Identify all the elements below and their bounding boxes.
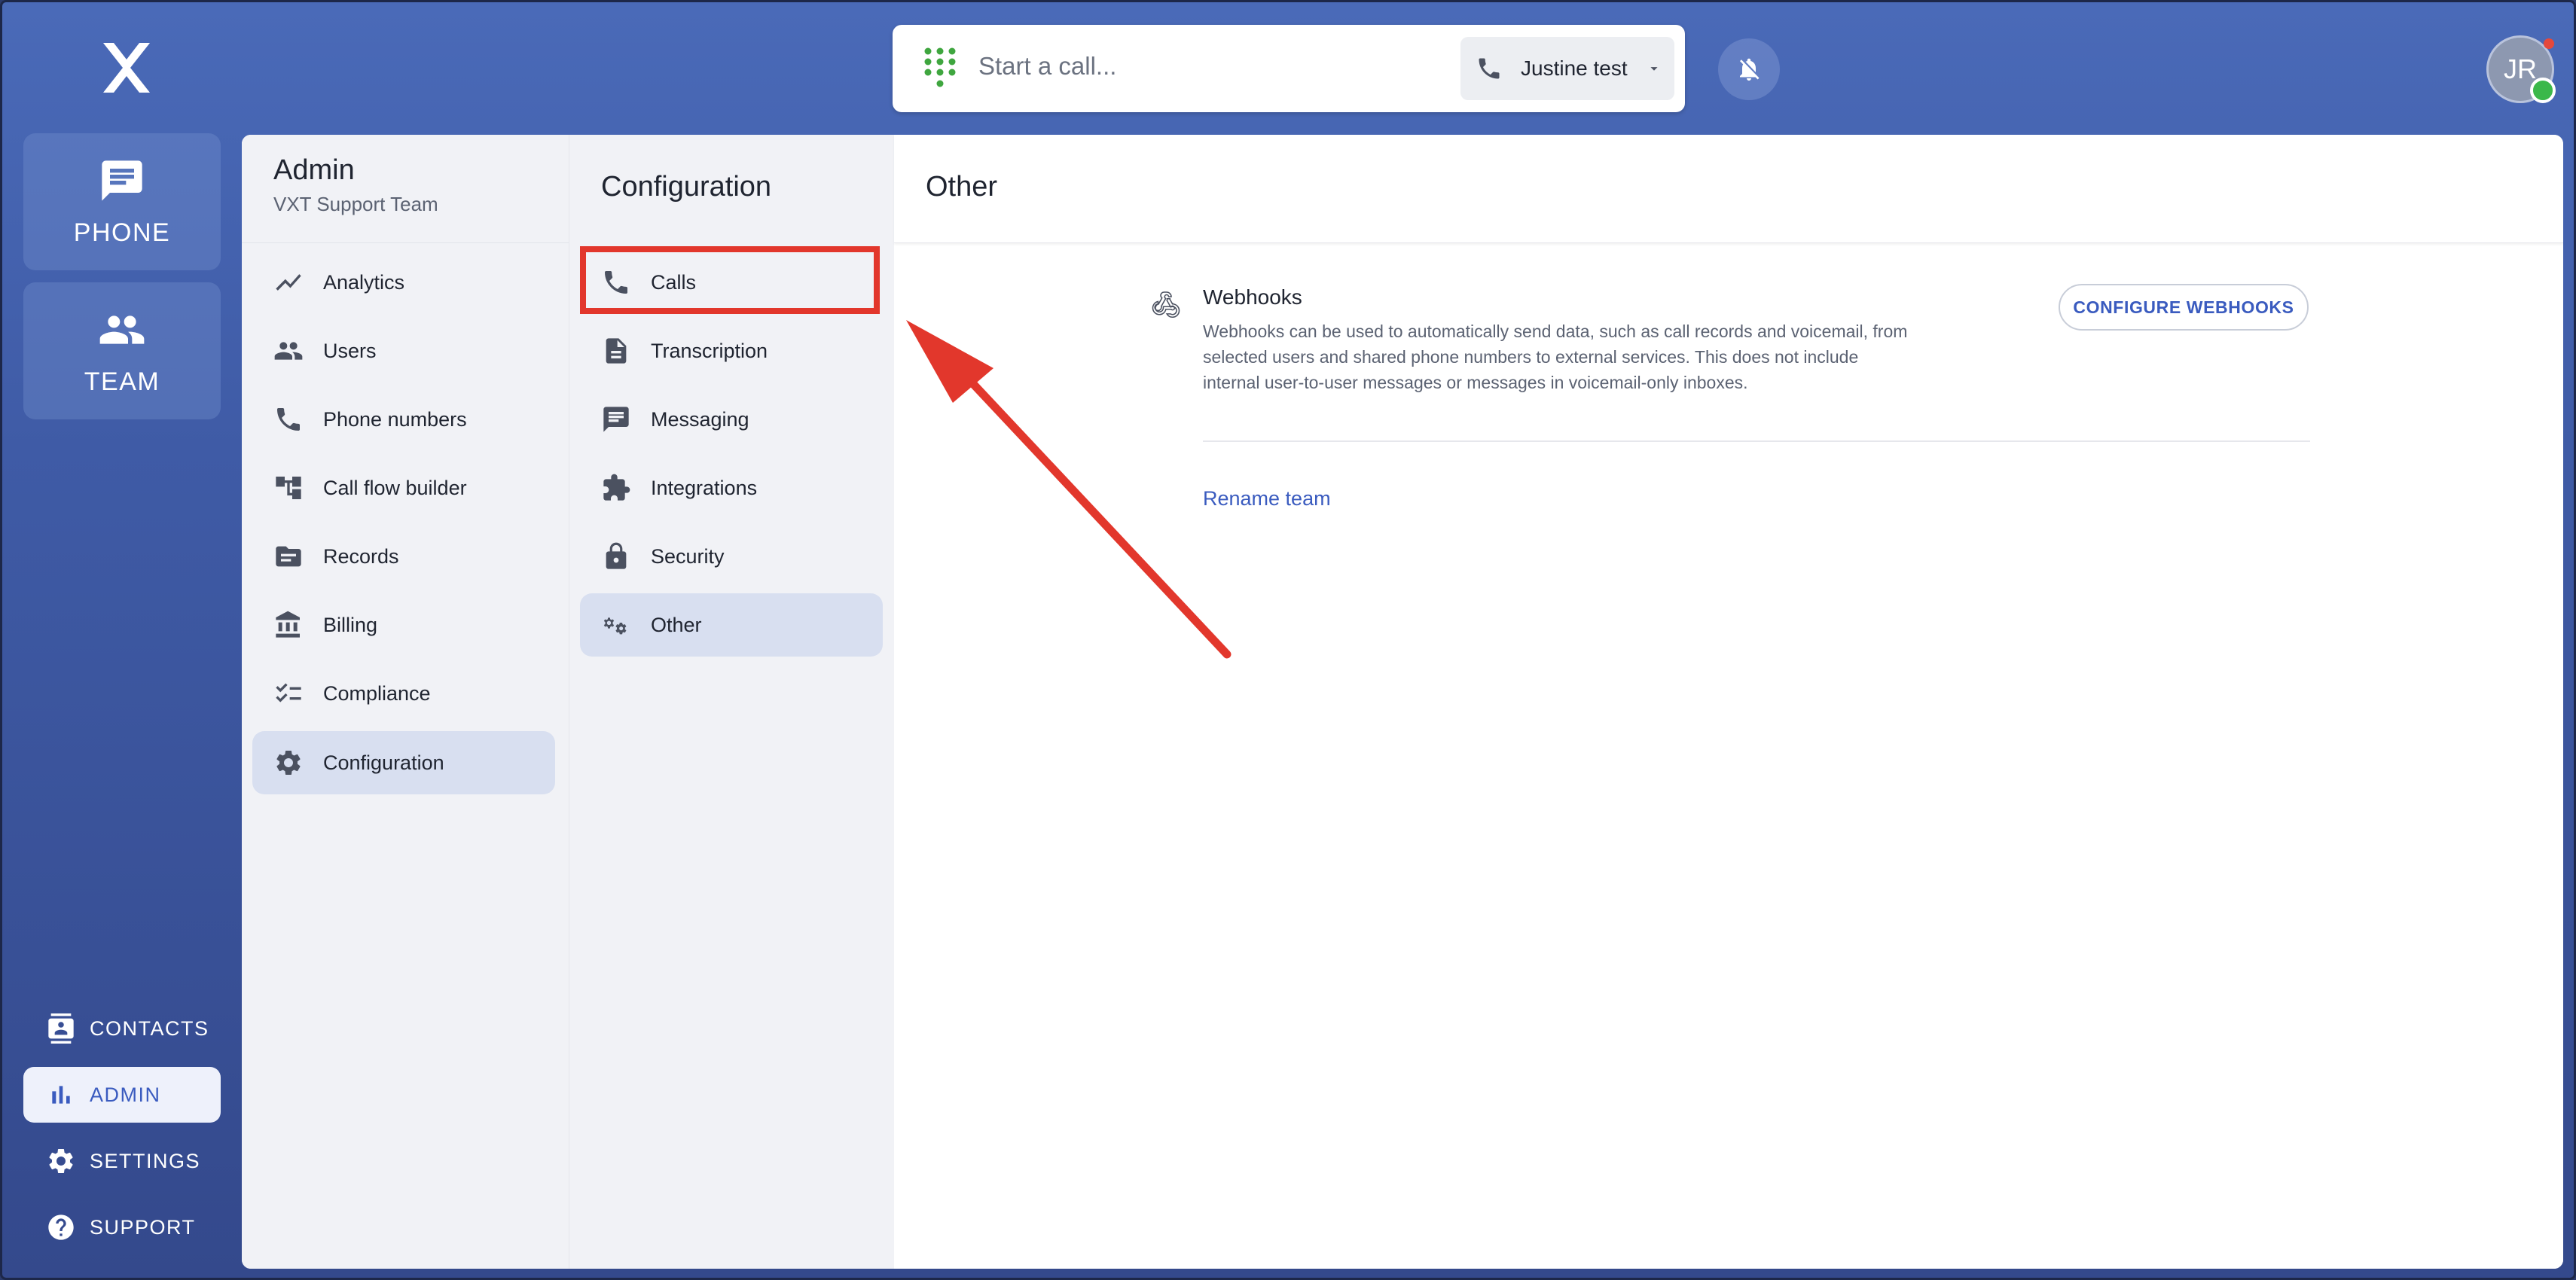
lock-icon xyxy=(606,542,627,569)
team-icon xyxy=(99,315,145,344)
rail-phone-label: PHONE xyxy=(73,218,171,247)
notifications-off-button[interactable] xyxy=(1718,38,1780,100)
webhooks-title: Webhooks xyxy=(1203,285,1302,309)
document-icon xyxy=(606,338,627,364)
config-item-label: Messaging xyxy=(651,407,749,431)
config-item-label: Security xyxy=(651,544,725,568)
admin-header: Admin VXT Support Team xyxy=(242,135,569,243)
config-item-security[interactable]: Security xyxy=(580,525,883,588)
online-status-indicator xyxy=(2530,78,2556,103)
sidebar-item-configuration[interactable]: Configuration xyxy=(252,731,555,794)
configure-webhooks-button[interactable]: CONFIGURE WEBHOOKS xyxy=(2059,284,2309,331)
sidebar-item-label: Billing xyxy=(323,613,378,636)
gear-icon xyxy=(49,1149,73,1173)
flow-icon xyxy=(276,477,301,499)
bell-off-icon xyxy=(1740,58,1760,81)
sidebar-item-label: Records xyxy=(323,544,399,568)
rail-phone-button[interactable]: PHONE xyxy=(23,133,221,270)
config-item-label: Transcription xyxy=(651,339,768,362)
config-item-label: Integrations xyxy=(651,476,758,499)
config-item-transcription[interactable]: Transcription xyxy=(580,319,883,382)
sidebar-item-call-flow-builder[interactable]: Call flow builder xyxy=(252,456,555,520)
admin-title: Admin xyxy=(273,154,355,186)
start-call-input[interactable]: Start a call... xyxy=(978,52,1116,81)
sidebar-item-records[interactable]: Records xyxy=(252,525,555,588)
sidebar-item-label: Compliance xyxy=(323,681,431,705)
section-divider xyxy=(1203,440,2310,442)
avatar-initials: JR xyxy=(2504,53,2537,84)
configuration-sidebar: Configuration Calls Transcription Messag… xyxy=(569,135,894,1269)
page-title: Other xyxy=(894,135,2563,243)
config-item-messaging[interactable]: Messaging xyxy=(580,388,883,451)
phone-icon xyxy=(1479,58,1500,79)
webhooks-icon xyxy=(1152,291,1180,318)
caller-id-label: Justine test xyxy=(1521,56,1628,80)
contacts-icon xyxy=(48,1013,74,1044)
sidebar-item-label: Users xyxy=(323,339,377,362)
webhooks-description: Webhooks can be used to automatically se… xyxy=(1203,322,1908,392)
rail-team-button[interactable]: TEAM xyxy=(23,282,221,419)
rail-team-label: TEAM xyxy=(84,367,160,396)
main-panel: Admin VXT Support Team Analytics Users P… xyxy=(242,135,2563,1269)
config-item-other[interactable]: Other xyxy=(580,593,883,657)
help-icon xyxy=(48,1214,74,1240)
phone-icon xyxy=(277,408,300,431)
annotation-highlight-box xyxy=(580,246,880,314)
rail-support-label: SUPPORT xyxy=(90,1215,196,1239)
rename-team-link[interactable]: Rename team xyxy=(1203,487,1331,510)
rail-settings[interactable]: SETTINGS xyxy=(23,1133,221,1189)
app-logo[interactable] xyxy=(97,38,156,97)
caller-id-select[interactable]: Justine test xyxy=(1460,37,1674,100)
bar-chart-icon xyxy=(52,1086,70,1104)
rail-settings-label: SETTINGS xyxy=(90,1149,201,1172)
gears-icon xyxy=(603,617,627,635)
configuration-title: Configuration xyxy=(601,171,772,203)
message-icon xyxy=(603,407,629,432)
admin-sidebar: Admin VXT Support Team Analytics Users P… xyxy=(242,135,569,1269)
message-icon xyxy=(102,160,142,201)
sidebar-item-analytics[interactable]: Analytics xyxy=(252,251,555,314)
chevron-down-icon xyxy=(1650,67,1658,71)
rail-support[interactable]: SUPPORT xyxy=(23,1199,221,1255)
sidebar-item-users[interactable]: Users xyxy=(252,319,555,382)
start-call-bar[interactable]: Start a call... Justine test xyxy=(893,25,1685,112)
rail-admin-label: ADMIN xyxy=(90,1083,161,1106)
sidebar-item-label: Call flow builder xyxy=(323,476,467,499)
rail-contacts[interactable]: CONTACTS xyxy=(23,1001,221,1056)
notification-dot xyxy=(2544,38,2554,49)
gear-icon xyxy=(276,751,301,775)
team-name: VXT Support Team xyxy=(273,193,438,215)
puzzle-icon xyxy=(603,474,630,501)
sidebar-item-label: Phone numbers xyxy=(323,407,467,431)
trend-icon xyxy=(276,274,301,291)
config-item-integrations[interactable]: Integrations xyxy=(580,456,883,520)
bank-icon xyxy=(276,611,300,638)
dialpad-icon[interactable] xyxy=(923,46,957,90)
other-content: Other Webhooks Webhooks can be used to a… xyxy=(894,135,2563,1269)
sidebar-item-phone-numbers[interactable]: Phone numbers xyxy=(252,388,555,451)
sidebar-item-label: Configuration xyxy=(323,751,444,774)
app-window: PHONE TEAM CONTACTS ADMIN SETTINGS SUPPO… xyxy=(0,0,2576,1280)
checklist-icon xyxy=(276,683,301,702)
rail-contacts-label: CONTACTS xyxy=(90,1016,209,1040)
folder-icon xyxy=(276,546,301,567)
sidebar-item-billing[interactable]: Billing xyxy=(252,593,555,657)
rail-admin[interactable]: ADMIN xyxy=(23,1067,221,1123)
config-item-label: Other xyxy=(651,613,702,636)
users-icon xyxy=(274,342,303,360)
sidebar-item-compliance[interactable]: Compliance xyxy=(252,662,555,725)
sidebar-item-label: Analytics xyxy=(323,270,405,294)
